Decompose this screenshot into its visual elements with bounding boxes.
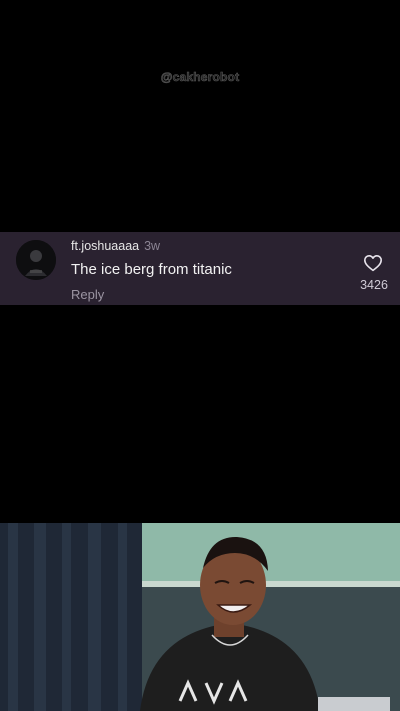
username[interactable]: ft.joshuaaaa xyxy=(71,239,139,253)
reply-button[interactable]: Reply xyxy=(71,287,104,302)
reaction-video[interactable] xyxy=(0,523,400,711)
avatar-photo-icon xyxy=(16,240,56,280)
watermark: @cakherobot xyxy=(160,70,240,85)
avatar[interactable] xyxy=(16,240,56,280)
comment-text: The ice berg from titanic xyxy=(71,261,232,278)
comment-age: 3w xyxy=(144,239,161,253)
like-count: 3426 xyxy=(360,278,388,292)
comment-author[interactable]: ft.joshuaaaa 3w xyxy=(71,239,160,253)
video-frame xyxy=(0,523,400,711)
heart-outline-icon[interactable] xyxy=(363,254,383,272)
comment-card: ft.joshuaaaa 3w The ice berg from titanic… xyxy=(0,232,400,305)
